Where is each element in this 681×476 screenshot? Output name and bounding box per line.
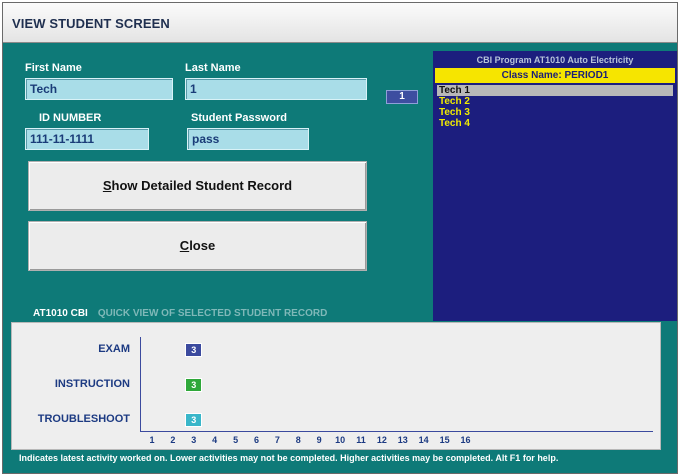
student-list-item[interactable]: Tech 1 [437, 85, 673, 96]
chart-x-axis [140, 431, 653, 432]
student-spinner[interactable]: 1 [386, 90, 418, 104]
show-detailed-record-button[interactable]: Show Detailed Student Record [28, 161, 367, 211]
show-detailed-record-accesskey: S [102, 178, 112, 193]
student-list-panel: CBI Program AT1010 Auto Electricity Clas… [433, 51, 677, 321]
activity-chart-panel: EXAM INSTRUCTION TROUBLESHOOT 3 3 3 1234… [11, 322, 661, 450]
x-tick-label: 9 [316, 435, 322, 445]
last-name-label: Last Name [185, 62, 241, 74]
student-password-label: Student Password [191, 112, 287, 124]
footer-help-text: Indicates latest activity worked on. Low… [19, 453, 559, 463]
student-list-item[interactable]: Tech 3 [437, 107, 673, 118]
chart-y-axis [140, 337, 141, 432]
window-title: VIEW STUDENT SCREEN [12, 16, 170, 31]
close-button[interactable]: Close [28, 221, 367, 271]
first-name-field[interactable]: Tech [25, 78, 173, 100]
x-tick-label: 1 [149, 435, 155, 445]
x-tick-label: 6 [253, 435, 260, 445]
x-tick-label: 16 [460, 435, 471, 445]
exam-activity-marker: 3 [185, 343, 203, 357]
program-header: CBI Program AT1010 Auto Electricity [476, 55, 634, 65]
x-tick-label: 13 [397, 435, 408, 445]
x-tick-label: 11 [356, 435, 366, 445]
show-detailed-record-label: how Detailed Student Record [111, 178, 293, 193]
view-student-window: VIEW STUDENT SCREEN First Name Tech Last… [2, 2, 678, 474]
x-tick-label: 14 [418, 435, 429, 445]
quick-view-caption: QUICK VIEW OF SELECTED STUDENT RECORD [97, 308, 328, 319]
x-tick-label: 5 [233, 435, 239, 445]
close-label: lose [189, 238, 216, 253]
x-tick-label: 15 [439, 435, 450, 445]
x-tick-label: 8 [295, 435, 301, 445]
class-name-bar: Class Name: PERIOD1 [435, 68, 675, 83]
x-tick-label: 4 [212, 435, 218, 445]
x-tick-label: 2 [170, 435, 176, 445]
row-label-instruction: INSTRUCTION [54, 378, 130, 390]
x-tick-label: 12 [376, 435, 387, 445]
row-label-troubleshoot: TROUBLESHOOT [37, 413, 130, 425]
quick-view-course: AT1010 CBI [33, 308, 88, 319]
instruction-activity-marker: 3 [185, 378, 203, 392]
quick-view-bar: AT1010 CBI QUICK VIEW OF SELECTED STUDENT… [33, 306, 433, 321]
last-name-field[interactable]: 1 [185, 78, 367, 100]
troubleshoot-activity-marker: 3 [185, 413, 203, 427]
student-list-item[interactable]: Tech 2 [437, 96, 673, 107]
title-bar: VIEW STUDENT SCREEN [3, 3, 677, 43]
close-accesskey: C [179, 238, 190, 253]
row-label-exam: EXAM [98, 343, 130, 355]
id-number-label: ID NUMBER [39, 112, 102, 124]
id-number-field[interactable]: 111-11-1111 [25, 128, 149, 150]
first-name-label: First Name [25, 62, 82, 74]
student-password-field[interactable]: pass [187, 128, 309, 150]
student-list-item[interactable]: Tech 4 [437, 118, 673, 129]
x-tick-label: 3 [191, 435, 197, 445]
x-tick-label: 10 [335, 435, 346, 445]
x-tick-label: 7 [274, 435, 280, 445]
